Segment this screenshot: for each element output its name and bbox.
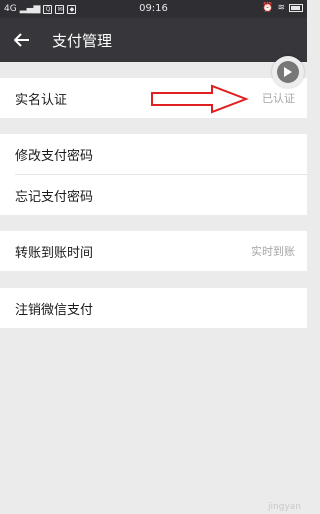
group-transfer: 转账到账时间 实时到账: [0, 231, 307, 271]
row-value: 已认证: [262, 92, 295, 105]
back-button[interactable]: [0, 18, 44, 62]
row-label: 修改支付密码: [15, 148, 94, 164]
play-icon: [284, 67, 292, 77]
float-inner: [277, 61, 299, 83]
battery-icon: [289, 4, 303, 12]
row-label: 转账到账时间: [15, 245, 94, 261]
status-bar: 4G ▂▄▆ Q ✉ ◆ 09:16 ⏰ ≋: [0, 0, 307, 18]
title-bar: 支付管理: [0, 18, 307, 62]
status-right: ⏰ ≋: [262, 3, 303, 13]
group-password: 修改支付密码 忘记支付密码: [0, 134, 307, 215]
row-label: 实名认证: [15, 92, 68, 108]
group-cancel: 注销微信支付: [0, 288, 307, 328]
status-time: 09:16: [139, 3, 168, 14]
floating-play-button[interactable]: [272, 56, 304, 88]
annotation-arrow-icon: [151, 84, 249, 114]
row-forgot-password[interactable]: 忘记支付密码: [0, 175, 307, 215]
row-label: 注销微信支付: [15, 302, 94, 318]
row-value: 实时到账: [251, 245, 295, 258]
row-label: 忘记支付密码: [15, 189, 94, 205]
watermark: jingyan: [268, 502, 301, 512]
page-title: 支付管理: [52, 31, 113, 50]
back-arrow-icon: [14, 33, 29, 47]
alarm-icon: ⏰: [262, 3, 274, 13]
row-cancel-wechat-pay[interactable]: 注销微信支付: [0, 288, 307, 328]
wifi-icon: ≋: [277, 3, 285, 13]
row-change-password[interactable]: 修改支付密码: [0, 134, 307, 174]
row-transfer-time[interactable]: 转账到账时间 实时到账: [0, 231, 307, 271]
